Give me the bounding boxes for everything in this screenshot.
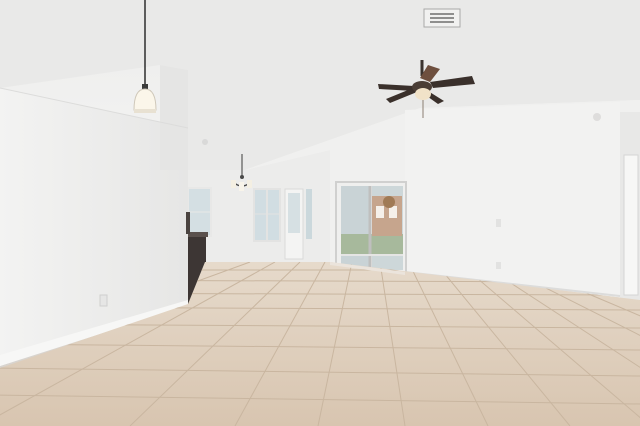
air-vent-icon (423, 8, 461, 28)
outlet (496, 262, 501, 269)
room-photo (0, 0, 640, 426)
outlet (496, 219, 501, 227)
sliding-glass-door (335, 181, 407, 275)
outlet (99, 294, 108, 307)
right-wall (404, 102, 640, 302)
